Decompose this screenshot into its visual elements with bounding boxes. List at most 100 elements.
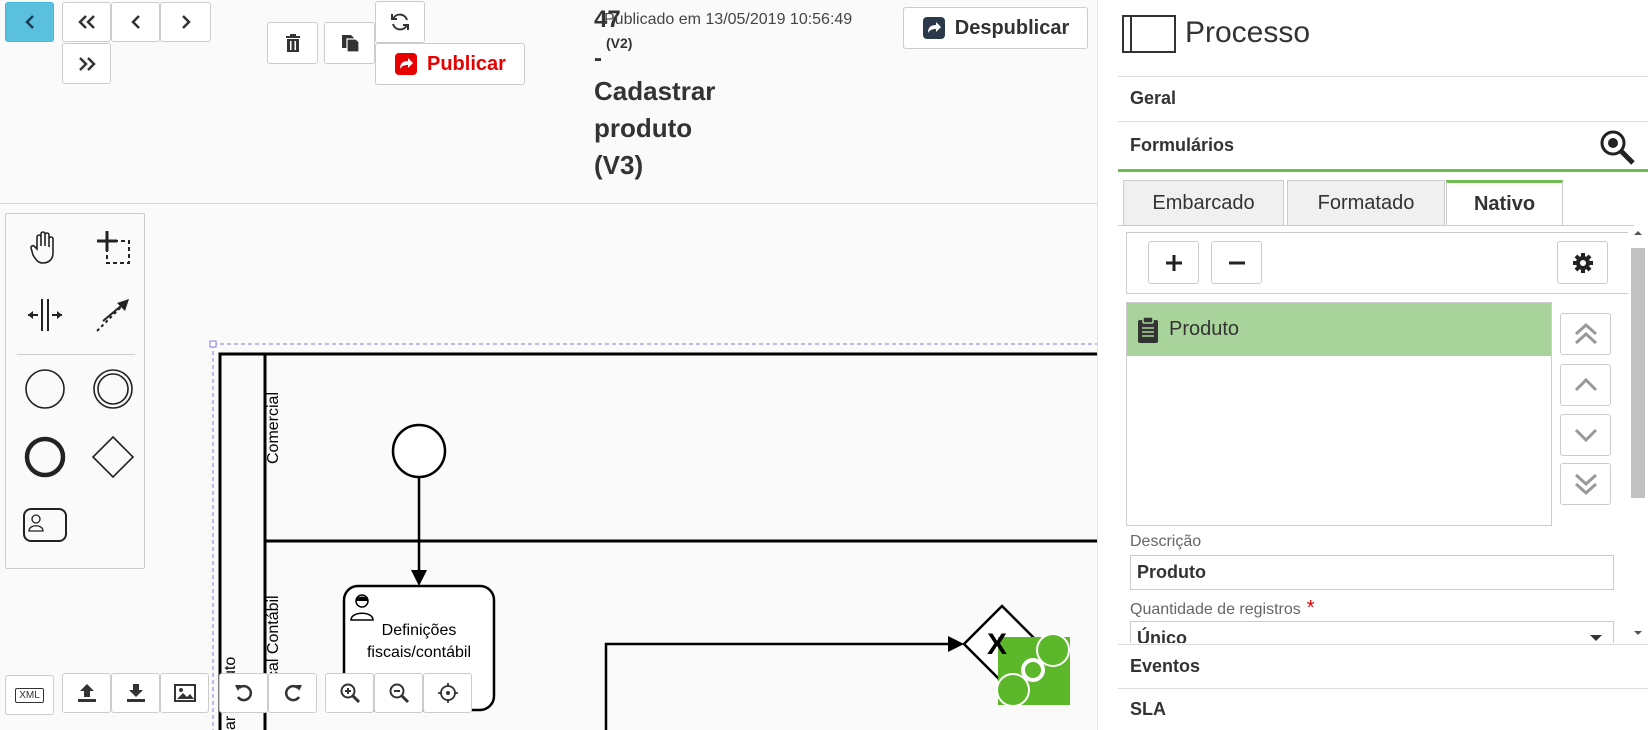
bold-circle-icon (24, 436, 66, 478)
double-chevron-left-icon (77, 15, 95, 29)
unpublish-button[interactable]: Despublicar (903, 7, 1088, 49)
intermediate-event-tool[interactable] (85, 361, 141, 417)
tab-nativo[interactable]: Nativo (1446, 180, 1563, 226)
hand-icon (30, 231, 54, 264)
download-button[interactable] (111, 673, 160, 713)
form-list-item[interactable]: Produto (1127, 303, 1551, 356)
unpublish-label: Despublicar (954, 16, 1070, 39)
circle-icon (25, 369, 65, 409)
undo-button[interactable] (219, 673, 268, 713)
diagram-editor: Publicar 47 Publicado em 13/05/2019 10:5… (0, 0, 1097, 730)
next-button[interactable] (160, 2, 211, 42)
redo-icon (284, 684, 302, 702)
lane-label-contabil: cal Contábil (265, 595, 282, 679)
tab-formatado[interactable]: Formatado (1287, 180, 1445, 225)
quantidade-select[interactable]: Único (1130, 621, 1614, 643)
remove-form-button[interactable] (1211, 241, 1262, 284)
connect-tool[interactable] (85, 287, 141, 343)
palette-separator (17, 354, 135, 355)
section-sla[interactable]: SLA (1118, 688, 1648, 730)
scrollbar-track[interactable] (1628, 226, 1648, 644)
minus-icon (1228, 261, 1245, 264)
user-task-icon (23, 508, 67, 542)
upload-button[interactable] (62, 673, 111, 713)
start-event[interactable] (391, 423, 447, 479)
copy-button[interactable] (324, 22, 375, 64)
publish-button[interactable]: Publicar (375, 43, 525, 85)
double-circle-icon (93, 369, 133, 409)
move-down-button[interactable] (1560, 414, 1611, 456)
redo-button[interactable] (268, 673, 317, 713)
process-dash: - (594, 45, 602, 72)
add-form-button[interactable] (1148, 241, 1199, 284)
descricao-label: Descrição (1130, 533, 1202, 550)
scrollbar-thumb[interactable] (1631, 248, 1645, 498)
task-tool[interactable] (17, 497, 73, 553)
back-button[interactable] (5, 2, 54, 42)
diamond-icon (91, 435, 135, 479)
move-bottom-button[interactable] (1560, 463, 1611, 505)
published-version: (V2) (606, 35, 633, 51)
required-mark: * (1306, 597, 1315, 619)
gear-icon[interactable] (996, 633, 1070, 707)
space-icon (28, 299, 62, 331)
chevron-up-icon (1574, 377, 1597, 392)
chevron-left-icon (130, 15, 140, 29)
previous-button[interactable] (111, 2, 160, 42)
tab-embarcado[interactable]: Embarcado (1123, 180, 1284, 225)
start-event-tool[interactable] (17, 361, 73, 417)
space-tool[interactable] (17, 287, 73, 343)
gateway-tool[interactable] (85, 429, 141, 485)
last-button[interactable] (62, 43, 111, 84)
first-button[interactable] (62, 2, 111, 42)
hand-tool[interactable] (17, 219, 73, 275)
chevron-left-icon (24, 15, 34, 29)
end-event-tool[interactable] (17, 429, 73, 485)
panel-title: Processo (1185, 16, 1311, 49)
publish-label: Publicar (427, 52, 506, 75)
sequence-flow-2[interactable] (604, 642, 953, 730)
plus-icon (1165, 254, 1182, 271)
quantidade-value: Único (1137, 628, 1188, 643)
gear-icon (1572, 252, 1593, 273)
settings-button[interactable] (1557, 241, 1608, 284)
tool-palette (5, 213, 145, 569)
section-formularios[interactable]: Formulários (1118, 121, 1648, 172)
move-top-button[interactable] (1560, 313, 1611, 355)
image-button[interactable] (160, 673, 209, 713)
published-info: Publicado em 13/05/2019 10:56:49 (604, 11, 853, 28)
caret-down-icon (1590, 635, 1602, 641)
refresh-button[interactable] (375, 1, 425, 43)
task-label-1: Definições (381, 622, 457, 639)
double-chevron-right-icon (78, 56, 96, 71)
zoom-out-button[interactable] (374, 673, 423, 713)
chevron-right-icon (181, 15, 191, 29)
quantidade-label: Quantidade de registros (1130, 601, 1301, 618)
bpmn-diagram[interactable] (0, 204, 1097, 730)
lasso-tool[interactable] (85, 219, 141, 275)
lane-label-comercial: Comercial (265, 391, 282, 464)
scroll-up-icon (1634, 231, 1642, 235)
selection-handle[interactable] (209, 340, 217, 348)
zoom-out-icon (389, 683, 409, 704)
lasso-icon (97, 231, 130, 264)
delete-button[interactable] (267, 22, 318, 64)
center-button[interactable] (423, 673, 472, 713)
section-geral[interactable]: Geral (1118, 76, 1648, 120)
double-chevron-down-icon (1574, 473, 1597, 496)
pool-icon (1122, 15, 1176, 53)
form-list-item-label: Produto (1169, 318, 1240, 340)
undo-icon (234, 684, 252, 702)
zoom-in-button[interactable] (325, 673, 374, 713)
search-icon[interactable] (1598, 128, 1636, 166)
descricao-field[interactable]: Produto (1130, 555, 1614, 590)
scroll-down-icon (1634, 631, 1642, 635)
trash-icon (285, 34, 300, 52)
chevron-down-icon (1574, 428, 1597, 443)
download-icon (126, 684, 145, 702)
xml-button[interactable]: XML (5, 675, 54, 715)
xml-label: XML (15, 687, 44, 703)
move-up-button[interactable] (1560, 364, 1611, 406)
section-eventos[interactable]: Eventos (1118, 644, 1648, 688)
diagram-canvas[interactable]: Comercial cal Contábil uto ar Definições… (0, 204, 1097, 730)
